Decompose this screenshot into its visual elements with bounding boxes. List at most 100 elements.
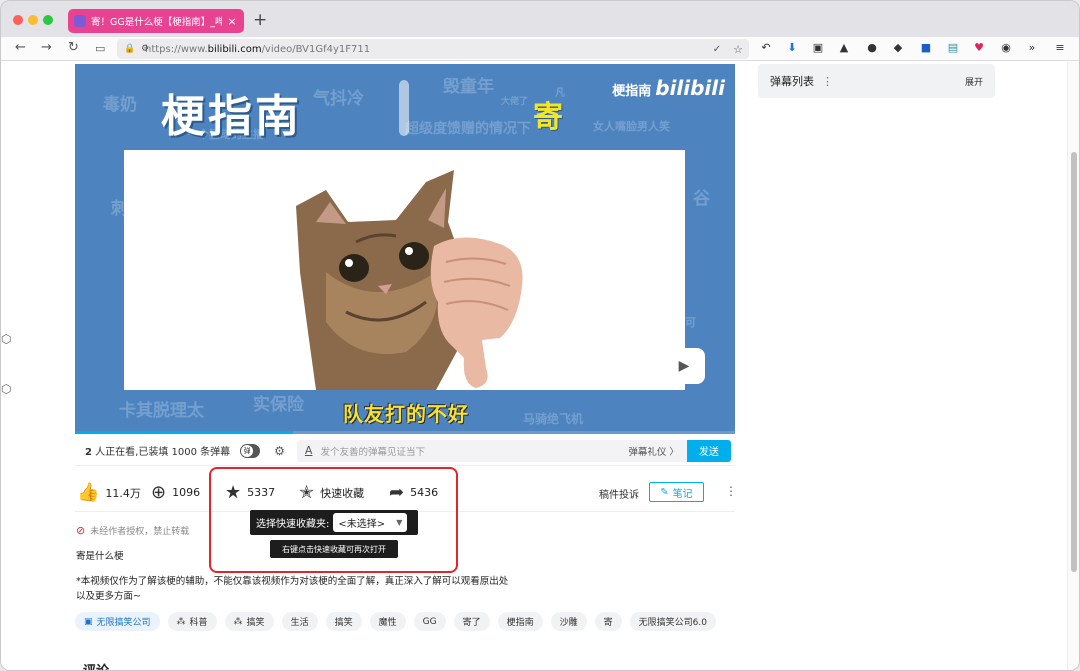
forbidden-icon: ⊘ xyxy=(76,524,86,537)
tag-item[interactable]: 梗指南 xyxy=(497,612,543,631)
tab-bar: 寄！GG是什么梗【梗指南】_哔哩哔哩 × + xyxy=(1,1,1079,37)
danmaku-bar: 2 人正在看,已装填 1000 条弹幕 ⚙ A 发个友善的弹幕见证当下 弹幕礼仪… xyxy=(75,436,735,466)
panda-extension-icon[interactable]: ◉ xyxy=(999,41,1013,55)
viewer-info: 2 人正在看,已装填 1000 条弹幕 xyxy=(85,447,231,458)
channel-icon: ▣ xyxy=(84,616,93,627)
note-button[interactable]: ✎ 笔记 xyxy=(649,482,704,502)
video-keyword: 寄 xyxy=(533,100,563,135)
send-danmaku-button[interactable]: 发送 xyxy=(686,439,731,462)
edit-icon: ✎ xyxy=(660,486,669,498)
bilibili-video-page: ⬡ ⬡ 毒奶 气抖冷 毁童年 一个猛动的主播 凡 超级度馈赠的情况下 女人嘴脸男… xyxy=(1,62,1069,670)
background-word: 实保险 xyxy=(253,395,304,415)
danmaku-input[interactable]: A 发个友善的弹幕见证当下 弹幕礼仪 〉 xyxy=(296,439,687,462)
tag-item[interactable]: 寄 xyxy=(594,612,622,631)
rocket-icon[interactable]: ▲ xyxy=(837,41,851,55)
video-subtitle: 队友打的不好 xyxy=(343,402,469,426)
report-link[interactable]: 稿件投诉 xyxy=(599,486,639,501)
danmaku-list-title: 弹幕列表 xyxy=(770,75,814,88)
coin-icon: ⊕ xyxy=(151,482,167,503)
danmaku-list-panel[interactable]: 弹幕列表 ⋮ 展开 xyxy=(758,64,995,98)
expand-button[interactable]: 展开 xyxy=(965,75,983,88)
minimize-window-button[interactable] xyxy=(28,15,38,25)
description-line: 寄是什么梗 xyxy=(76,551,124,562)
save-page-icon[interactable]: ▤ xyxy=(946,41,960,55)
forward-arrow-icon[interactable]: → xyxy=(41,40,52,55)
background-word: 毒奶 xyxy=(103,95,137,115)
tab-title: 寄！GG是什么梗【梗指南】_哔哩哔哩 xyxy=(91,17,222,28)
video-brand-title: 梗指南 xyxy=(161,91,302,142)
like-button[interactable]: 👍 11.4万 xyxy=(77,482,141,503)
lock-icon: 🔒 xyxy=(124,44,136,54)
background-word: 毁童年 xyxy=(443,77,494,97)
nav-bar: ← → ↻ ▭ 🔒 ⚙ https://www.bilibili.com/vid… xyxy=(1,37,1079,61)
danmaku-etiquette-link[interactable]: 弹幕礼仪 〉 xyxy=(628,444,679,458)
danmaku-settings-icon[interactable]: ⚙ xyxy=(274,444,285,458)
popup-label: 选择快速收藏夹: xyxy=(256,519,330,530)
tag-item[interactable]: 魔性 xyxy=(369,612,406,631)
download-icon[interactable]: ⬇ xyxy=(785,41,799,55)
background-word: 大佬了 xyxy=(501,97,529,107)
more-options-icon[interactable]: ⋮ xyxy=(725,484,737,498)
background-word: 气抖冷 xyxy=(313,89,364,109)
pocket-icon[interactable]: ♥ xyxy=(972,41,986,55)
topic-icon: ⁂ xyxy=(176,616,186,627)
ghost-extension-icon[interactable]: ◆ xyxy=(891,41,905,55)
bitwarden-icon[interactable]: ■ xyxy=(919,41,933,55)
video-progress-fill xyxy=(75,431,293,434)
play-icon[interactable]: ▶ xyxy=(663,348,705,384)
coin-button[interactable]: ⊕ 1096 xyxy=(151,482,200,503)
side-floating-icon[interactable]: ⬡ xyxy=(1,332,11,346)
background-word: 女人嘴脸男人笑 xyxy=(593,120,670,133)
circle-extension-icon[interactable]: ● xyxy=(865,41,879,55)
more-options-icon[interactable]: ⋮ xyxy=(822,75,833,88)
tab-close-icon[interactable]: × xyxy=(226,15,238,28)
reload-icon[interactable]: ↻ xyxy=(68,40,79,55)
bilibili-favicon-icon xyxy=(74,15,86,27)
scrollbar-thumb[interactable] xyxy=(1071,152,1077,572)
tag-item[interactable]: GG xyxy=(413,612,446,631)
tag-item[interactable]: 无限搞笑公司6.0 xyxy=(629,612,716,631)
tag-item[interactable]: 寄了 xyxy=(453,612,490,631)
quick-favorite-tip: 右键点击快速收藏可再次打开 xyxy=(270,540,398,558)
tag-item[interactable]: ⁂ 科普 xyxy=(167,612,217,631)
permissions-icon[interactable]: ⚙ xyxy=(141,44,149,54)
hamburger-menu-icon[interactable]: ≡ xyxy=(1053,41,1067,55)
active-tab[interactable]: 寄！GG是什么梗【梗指南】_哔哩哔哩 × xyxy=(68,9,244,33)
tag-item[interactable]: ⁂ 搞笑 xyxy=(224,612,274,631)
chevron-down-icon: ▼ xyxy=(396,518,403,527)
quick-favorite-popup: 选择快速收藏夹: <未选择> ▼ xyxy=(250,510,418,535)
overflow-chevron-icon[interactable]: » xyxy=(1025,41,1039,55)
danmaku-style-icon[interactable]: A xyxy=(305,444,313,457)
close-window-button[interactable] xyxy=(13,15,23,25)
url-bar[interactable]: 🔒 ⚙ https://www.bilibili.com/video/BV1Gf… xyxy=(117,39,749,59)
tag-item[interactable]: 搞笑 xyxy=(325,612,362,631)
page-scrollbar[interactable] xyxy=(1067,62,1079,670)
danmaku-input-placeholder: 发个友善的弹幕见证当下 xyxy=(320,446,425,458)
tag-item[interactable]: ▣ 无限搞笑公司 xyxy=(75,612,160,631)
video-frame xyxy=(124,150,685,390)
description-line: *本视频仅作为了解该梗的辅助，不能仅靠该视频作为对该梗的全面了解，真正深入了解可… xyxy=(76,576,509,602)
undo-close-tab-icon[interactable]: ↶ xyxy=(759,41,773,55)
new-tab-button[interactable]: + xyxy=(253,10,267,30)
tag-list: ▣ 无限搞笑公司 ⁂ 科普 ⁂ 搞笑 生活 搞笑 魔性 GG 寄了 梗指南 沙雕 寄 … xyxy=(75,612,716,632)
bookmark-star-icon[interactable]: ☆ xyxy=(733,43,743,56)
check-icon[interactable]: ✓ xyxy=(713,44,721,55)
background-word: 卡其脱理太 xyxy=(119,401,204,421)
comments-heading: 评论 xyxy=(83,660,109,670)
url-text: https://www.bilibili.com/video/BV1Gf4y1F… xyxy=(145,43,371,55)
danmaku-toggle[interactable] xyxy=(240,443,261,458)
background-word: 谷 xyxy=(693,189,710,209)
side-floating-icon[interactable]: ⬡ xyxy=(1,382,11,396)
zoom-window-button[interactable] xyxy=(43,15,53,25)
screenshot-icon[interactable]: ▣ xyxy=(811,41,825,55)
topic-icon: ⁂ xyxy=(233,616,243,627)
tag-item[interactable]: 沙雕 xyxy=(550,612,587,631)
tag-item[interactable]: 生活 xyxy=(281,612,318,631)
favorite-folder-select[interactable]: <未选择> ▼ xyxy=(333,513,408,532)
channel-logo: 梗指南 bilibili xyxy=(612,76,725,100)
decorative-pill xyxy=(399,80,409,136)
video-progress-bar[interactable] xyxy=(75,431,735,434)
reader-view-icon[interactable]: ▭ xyxy=(95,42,105,55)
back-arrow-icon[interactable]: ← xyxy=(15,40,26,55)
video-player[interactable]: 毒奶 气抖冷 毁童年 一个猛动的主播 凡 超级度馈赠的情况下 女人嘴脸男人笑 大… xyxy=(75,64,735,434)
